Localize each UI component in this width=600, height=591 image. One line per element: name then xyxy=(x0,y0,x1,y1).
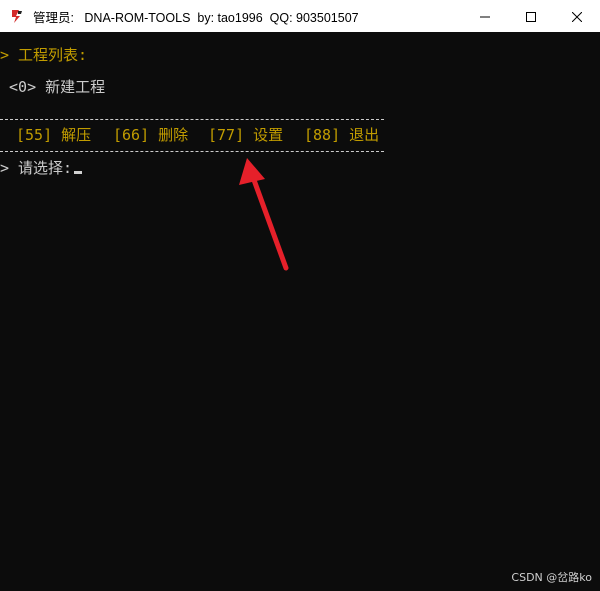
minimize-button[interactable] xyxy=(462,0,508,32)
close-icon xyxy=(571,7,583,26)
window-title: 管理员: DNA-ROM-TOOLS by: tao1996 QQ: 90350… xyxy=(33,10,359,25)
maximize-button[interactable] xyxy=(508,0,554,32)
maximize-icon xyxy=(526,7,536,26)
separator-top xyxy=(0,119,384,120)
text-cursor xyxy=(74,171,83,174)
window-controls xyxy=(462,0,600,32)
close-button[interactable] xyxy=(554,0,600,32)
input-prompt[interactable]: > 请选择: xyxy=(0,158,83,178)
menu-option-exit: [88] 退出 xyxy=(304,126,380,144)
title-bar[interactable]: 管理员: DNA-ROM-TOOLS by: tao1996 QQ: 90350… xyxy=(0,0,600,33)
menu-option-unpack: [55] 解压 xyxy=(16,126,92,144)
separator-bottom xyxy=(0,151,384,152)
menu-option-delete: [66] 删除 xyxy=(113,126,189,144)
prompt-label: > 请选择: xyxy=(0,159,73,177)
menu-option-settings: [77] 设置 xyxy=(208,126,284,144)
project-list-label: > 工程列表: xyxy=(0,46,88,64)
new-project-option: <0> 新建工程 xyxy=(0,78,106,96)
watermark: CSDN @岔路ko xyxy=(511,571,592,584)
app-icon[interactable] xyxy=(9,8,25,24)
minimize-icon xyxy=(480,7,490,26)
console-output[interactable]: > 工程列表: <0> 新建工程 [55] 解压 [66] 删除 [77] 设置… xyxy=(0,32,600,591)
